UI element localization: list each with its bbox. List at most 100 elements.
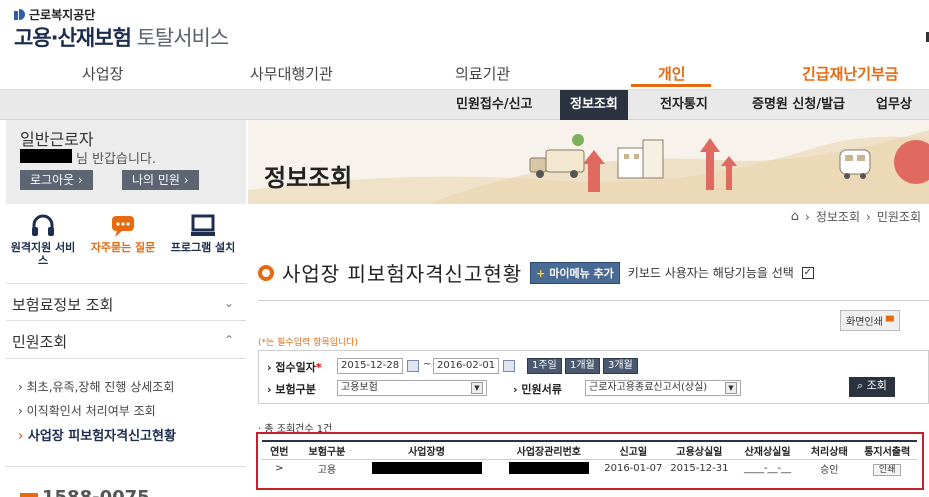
logout-button[interactable]: 로그아웃 › xyxy=(20,170,93,190)
subnav-work[interactable]: 업무상 xyxy=(866,90,922,120)
table-row[interactable]: > 고용 2016-01-07 2015-12-31 ____-__-__ 승인… xyxy=(262,459,917,477)
sidebar-item-insured-status[interactable]: › 사업장 피보험자격신고현황 xyxy=(18,425,176,444)
search-button[interactable]: ⌕ 조회 xyxy=(849,377,895,397)
calendar-icon[interactable] xyxy=(503,360,515,372)
col-status: 처리상태 xyxy=(801,440,858,460)
sidebar-item-label: 최초,유족,장해 진행 상세조회 xyxy=(26,380,175,394)
cell-insurance: 고용 xyxy=(317,464,337,476)
print-screen-button[interactable]: 화면인쇄 ▀ xyxy=(840,310,900,331)
dropdown-arrow-icon[interactable]: ▼ xyxy=(725,382,737,394)
col-accident-loss: 산재상실일 xyxy=(734,440,802,460)
date-range-tilde: ~ xyxy=(423,359,432,370)
search-form: › 접수일자* 2015-12-28 ~ 2016-02-01 1주일 1개월 … xyxy=(258,350,929,404)
heading-bullet-icon xyxy=(258,264,274,281)
chevron-right-icon: › xyxy=(805,209,810,224)
call-center-number: 1588-0075 xyxy=(42,487,150,497)
chevron-down-icon: ⌄ xyxy=(223,296,234,310)
sidebar-item-separation-check[interactable]: › 이직확인서 처리여부 조회 xyxy=(18,402,156,419)
home-icon[interactable]: ⌂ xyxy=(791,209,799,224)
buildings-icon xyxy=(617,139,664,179)
insurance-type-select[interactable]: 고용보험 xyxy=(337,380,487,396)
add-my-menu-label: 마이메뉴 추가 xyxy=(549,266,614,280)
page-banner: 정보조회 xyxy=(248,120,929,204)
program-install-label: 프로그램 설치 xyxy=(170,241,236,254)
cell-workplace-no-redacted xyxy=(496,459,602,477)
remote-support-label: 원격지원 서비스 xyxy=(10,241,76,267)
insurance-type-label: › 보험구분 xyxy=(267,383,316,396)
faq-link[interactable]: 자주묻는 질문 xyxy=(88,214,158,254)
col-employment-loss: 고용상실일 xyxy=(664,440,735,460)
add-my-menu-button[interactable]: + 마이메뉴 추가 xyxy=(530,261,620,284)
doc-type-select[interactable]: 근로자고용종료신고서(상실) xyxy=(585,380,741,396)
receipt-date-label-text: 접수일자 xyxy=(275,361,316,374)
service-title-suffix: 토탈서비스 xyxy=(130,26,230,50)
date-from-input[interactable]: 2015-12-28 xyxy=(337,358,403,374)
sidebar-item-label: 이직확인서 처리여부 조회 xyxy=(26,404,156,418)
remote-support-link[interactable]: 원격지원 서비스 xyxy=(8,214,78,267)
col-report-date: 신고일 xyxy=(601,440,665,460)
keyboard-checkbox[interactable]: ✓ xyxy=(801,266,814,279)
org-name: 근로복지공단 xyxy=(29,8,96,22)
banner-title: 정보조회 xyxy=(264,164,353,192)
sidebar-item-initial-detail[interactable]: › 최초,유족,장해 진행 상세조회 xyxy=(18,378,174,395)
receipt-date-label: › 접수일자* xyxy=(267,361,322,374)
monitor-icon xyxy=(191,214,215,236)
required-note: (*는 필수입력 항목입니다) xyxy=(258,338,359,348)
service-title-main: 고용·산재보험 xyxy=(14,26,132,50)
table-header-row: 연번 보험구분 사업장명 사업장관리번호 신고일 고용상실일 산재상실일 처리상… xyxy=(262,440,917,460)
subnav-civil-receipt[interactable]: 민원접수/신고 xyxy=(446,90,543,120)
nav-medical[interactable]: 의료기관 xyxy=(455,63,510,84)
col-workplace-no: 사업장관리번호 xyxy=(495,440,602,460)
period-1week-button[interactable]: 1주일 xyxy=(527,358,562,374)
breadcrumb: ⌂ › 정보조회 › 민원조회 xyxy=(791,208,921,225)
service-title[interactable]: 고용·산재보험 토탈서비스 xyxy=(14,22,230,52)
redaction-bar xyxy=(371,462,482,475)
print-notice-button[interactable]: 인쇄 xyxy=(872,463,902,476)
date-to-input[interactable]: 2016-02-01 xyxy=(433,358,499,374)
period-3month-button[interactable]: 3개월 xyxy=(603,358,638,374)
nav-workplace[interactable]: 사업장 xyxy=(82,63,123,84)
cell-employment-loss-date: 2015-12-31 xyxy=(670,462,729,474)
insurance-type-label-text: 보험구분 xyxy=(275,383,316,396)
cell-report-date: 2016-01-07 xyxy=(604,462,663,474)
menu-premium-info[interactable]: 보험료정보 조회 ⌄ xyxy=(12,294,240,315)
keyboard-note: 키보드 사용자는 해당기능을 선택 xyxy=(627,266,794,280)
breadcrumb-item[interactable]: 정보조회 xyxy=(816,208,860,225)
redacted-name xyxy=(20,149,72,163)
chevron-up-icon: ⌃ xyxy=(223,333,234,347)
logout-label: 로그아웃 xyxy=(30,173,75,187)
doc-type-label: › 민원서류 xyxy=(513,383,562,396)
menu-divider xyxy=(6,320,246,321)
menu-divider xyxy=(6,358,246,359)
redaction-bar xyxy=(508,462,589,475)
calendar-icon[interactable] xyxy=(407,360,419,372)
col-seq: 연번 xyxy=(262,440,297,460)
row-expand-icon[interactable]: > xyxy=(262,459,297,477)
program-install-link[interactable]: 프로그램 설치 xyxy=(168,214,238,254)
breadcrumb-item[interactable]: 민원조회 xyxy=(877,208,921,225)
chat-bubble-icon xyxy=(112,216,134,237)
nav-individual[interactable]: 개인 xyxy=(658,63,686,84)
logo-mark-icon xyxy=(14,8,26,21)
period-1month-button[interactable]: 1개월 xyxy=(565,358,600,374)
cell-accident-loss-date: ____-__-__ xyxy=(743,462,792,474)
nav-emergency-donation[interactable]: 긴급재난기부금 xyxy=(802,63,899,84)
printer-icon: ▀ xyxy=(886,317,894,328)
my-civil-button[interactable]: 나의 민원 › xyxy=(122,170,199,190)
nav-agency[interactable]: 사무대행기관 xyxy=(250,63,333,84)
org-logo[interactable]: 근로복지공단 xyxy=(14,6,95,23)
subnav-certificate[interactable]: 증명원 신청/발급 xyxy=(742,90,855,120)
my-civil-label: 나의 민원 xyxy=(132,173,180,187)
user-box: 일반근로자 님 반갑습니다. 로그아웃 › 나의 민원 › xyxy=(6,120,246,204)
menu-civil-inquiry[interactable]: 민원조회 ⌃ xyxy=(12,331,240,352)
main-nav: 사업장 사무대행기관 의료기관 개인 긴급재난기부금 xyxy=(0,56,929,90)
dropdown-arrow-icon[interactable]: ▼ xyxy=(471,382,483,394)
headset-icon xyxy=(32,214,54,236)
active-marker-icon: › xyxy=(18,429,24,444)
col-notice-print: 통지서출력 xyxy=(857,440,917,460)
subnav-e-notice[interactable]: 전자통지 xyxy=(650,90,718,120)
welcome-text: 님 반갑습니다. xyxy=(76,152,157,167)
subnav-info-inquiry[interactable]: 정보조회 xyxy=(560,90,628,120)
call-center: 1588-0075 xyxy=(6,466,246,497)
faq-label: 자주묻는 질문 xyxy=(90,241,156,254)
